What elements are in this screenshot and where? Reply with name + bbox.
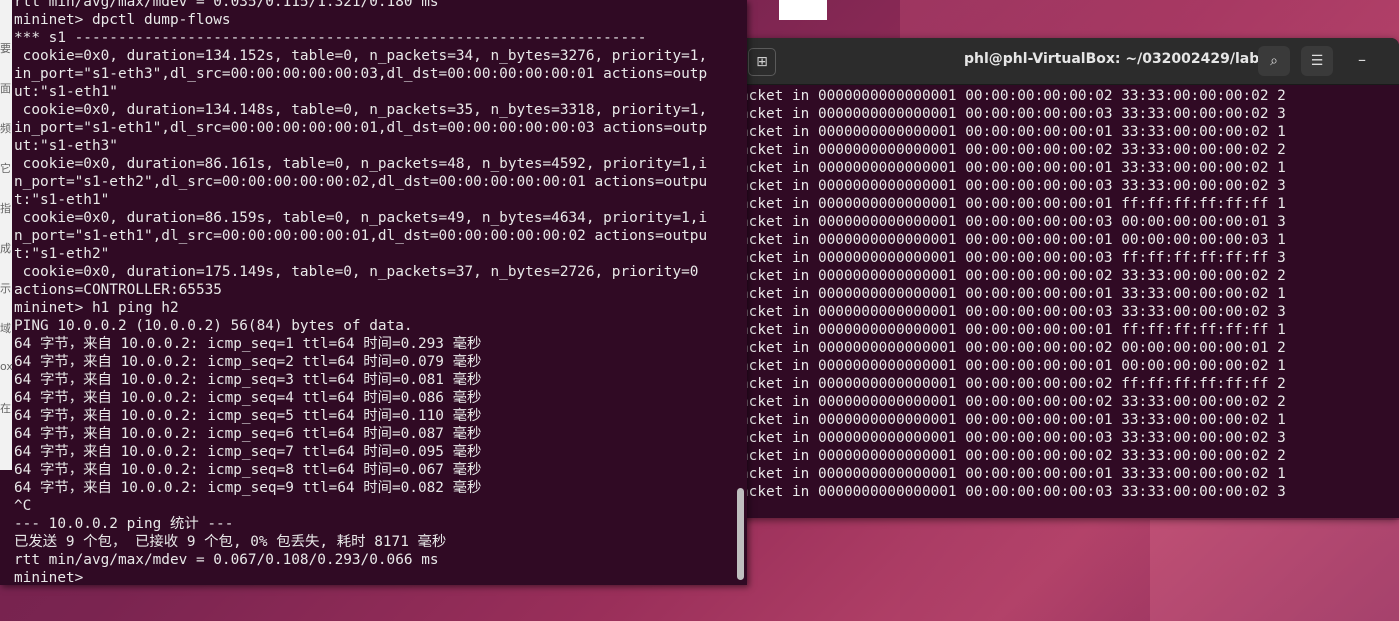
terminal-line: acket in 0000000000000001 00:00:00:00:00…: [740, 196, 1286, 212]
terminal-line: cookie=0x0, duration=134.148s, table=0, …: [14, 102, 708, 118]
terminal-line: acket in 0000000000000001 00:00:00:00:00…: [740, 106, 1286, 122]
terminal-line: in_port="s1-eth3",dl_src=00:00:00:00:00:…: [14, 66, 708, 82]
background-window-text: 成: [0, 242, 11, 255]
terminal-line: n_port="s1-eth2",dl_src=00:00:00:00:00:0…: [14, 174, 708, 190]
terminal-line: acket in 0000000000000001 00:00:00:00:00…: [740, 268, 1286, 284]
terminal-line: acket in 0000000000000001 00:00:00:00:00…: [740, 322, 1286, 338]
terminal-line: PING 10.0.0.2 (10.0.0.2) 56(84) bytes of…: [14, 318, 413, 334]
terminal-line: mininet>: [14, 570, 92, 585]
terminal-output[interactable]: rtt min/avg/max/mdev = 0.035/0.115/1.321…: [14, 0, 739, 585]
terminal-line: 64 字节，来自 10.0.0.2: icmp_seq=8 ttl=64 时间=…: [14, 462, 482, 478]
background-window-fragment: [779, 0, 827, 20]
terminal-line: actions=CONTROLLER:65535: [14, 282, 222, 298]
terminal-line: acket in 0000000000000001 00:00:00:00:00…: [740, 142, 1286, 158]
terminal-line: 64 字节，来自 10.0.0.2: icmp_seq=5 ttl=64 时间=…: [14, 408, 482, 424]
terminal-line: acket in 0000000000000001 00:00:00:00:00…: [740, 124, 1286, 140]
terminal-line: mininet> dpctl dump-flows: [14, 12, 231, 28]
terminal-line: *** s1 ---------------------------------…: [14, 30, 647, 46]
terminal-line: cookie=0x0, duration=86.161s, table=0, n…: [14, 156, 708, 172]
new-tab-icon: ⊞: [756, 54, 768, 70]
menu-button[interactable]: ☰: [1301, 46, 1333, 76]
terminal-line: ^C: [14, 498, 32, 514]
background-window-text: 面: [0, 82, 11, 95]
background-window-text: 域: [0, 322, 11, 335]
terminal-line: mininet> h1 ping h2: [14, 300, 179, 316]
terminal-line: 64 字节，来自 10.0.0.2: icmp_seq=2 ttl=64 时间=…: [14, 354, 482, 370]
background-window-text: 它: [0, 162, 11, 175]
terminal-line: acket in 0000000000000001 00:00:00:00:00…: [740, 340, 1286, 356]
terminal-line: acket in 0000000000000001 00:00:00:00:00…: [740, 250, 1286, 266]
background-window-text: 示: [0, 282, 11, 295]
scrollbar[interactable]: [737, 488, 744, 580]
terminal-line: rtt min/avg/max/mdev = 0.067/0.108/0.293…: [14, 552, 439, 568]
terminal-line: acket in 0000000000000001 00:00:00:00:00…: [740, 484, 1286, 500]
terminal-line: acket in 0000000000000001 00:00:00:00:00…: [740, 376, 1286, 392]
background-window-text: 在: [0, 402, 11, 415]
terminal-titlebar[interactable]: ⊞ phl@phl-VirtualBox: ~/032002429/lab6 ⌕…: [738, 38, 1399, 85]
desktop-wallpaper-shape: [1150, 520, 1399, 621]
terminal-line: 64 字节，来自 10.0.0.2: icmp_seq=6 ttl=64 时间=…: [14, 426, 482, 442]
terminal-line: ut:"s1-eth1": [14, 84, 118, 100]
terminal-line: n_port="s1-eth1",dl_src=00:00:00:00:00:0…: [14, 228, 708, 244]
mininet-terminal-window: rtt min/avg/max/mdev = 0.035/0.115/1.321…: [0, 0, 747, 585]
minimize-button[interactable]: –: [1358, 50, 1366, 69]
background-window-text: ox: [0, 360, 13, 373]
terminal-line: 64 字节，来自 10.0.0.2: icmp_seq=9 ttl=64 时间=…: [14, 480, 482, 496]
hamburger-menu-icon: ☰: [1310, 53, 1324, 69]
background-window-text: 要: [0, 42, 11, 55]
server-terminal-window: ⊞ phl@phl-VirtualBox: ~/032002429/lab6 ⌕…: [738, 38, 1399, 518]
search-icon: ⌕: [1270, 53, 1278, 69]
terminal-line: cookie=0x0, duration=175.149s, table=0, …: [14, 264, 699, 280]
terminal-line: 64 字节，来自 10.0.0.2: icmp_seq=7 ttl=64 时间=…: [14, 444, 482, 460]
terminal-line: acket in 0000000000000001 00:00:00:00:00…: [740, 160, 1286, 176]
terminal-line: 64 字节，来自 10.0.0.2: icmp_seq=1 ttl=64 时间=…: [14, 336, 482, 352]
terminal-line: acket in 0000000000000001 00:00:00:00:00…: [740, 358, 1286, 374]
terminal-line: acket in 0000000000000001 00:00:00:00:00…: [740, 412, 1286, 428]
window-title: phl@phl-VirtualBox: ~/032002429/lab6: [964, 51, 1269, 67]
terminal-line: acket in 0000000000000001 00:00:00:00:00…: [740, 430, 1286, 446]
terminal-line: cookie=0x0, duration=134.152s, table=0, …: [14, 48, 708, 64]
terminal-line: --- 10.0.0.2 ping 统计 ---: [14, 516, 234, 532]
terminal-line: 64 字节，来自 10.0.0.2: icmp_seq=3 ttl=64 时间=…: [14, 372, 482, 388]
terminal-line: acket in 0000000000000001 00:00:00:00:00…: [740, 214, 1286, 230]
terminal-line: 已发送 9 个包， 已接收 9 个包, 0% 包丢失, 耗时 8171 毫秒: [14, 534, 447, 550]
terminal-line: cookie=0x0, duration=86.159s, table=0, n…: [14, 210, 708, 226]
terminal-line: acket in 0000000000000001 00:00:00:00:00…: [740, 304, 1286, 320]
minimize-icon: –: [1358, 50, 1366, 69]
terminal-line: ut:"s1-eth3": [14, 138, 118, 154]
terminal-line: acket in 0000000000000001 00:00:00:00:00…: [740, 232, 1286, 248]
new-tab-button[interactable]: ⊞: [748, 48, 776, 76]
terminal-line: acket in 0000000000000001 00:00:00:00:00…: [740, 448, 1286, 464]
terminal-line: acket in 0000000000000001 00:00:00:00:00…: [740, 178, 1286, 194]
background-window-edge: 要面频它指成示域 ox 在: [0, 0, 13, 470]
terminal-output[interactable]: acket in 0000000000000001 00:00:00:00:00…: [740, 87, 1399, 518]
terminal-line: acket in 0000000000000001 00:00:00:00:00…: [740, 88, 1286, 104]
terminal-line: t:"s1-eth1": [14, 192, 110, 208]
terminal-line: t:"s1-eth2": [14, 246, 110, 262]
search-button[interactable]: ⌕: [1258, 46, 1290, 76]
terminal-line: acket in 0000000000000001 00:00:00:00:00…: [740, 394, 1286, 410]
background-window-text: 指: [0, 202, 11, 215]
terminal-line: rtt min/avg/max/mdev = 0.035/0.115/1.321…: [14, 0, 439, 10]
background-window-text: 频: [0, 122, 11, 135]
terminal-line: in_port="s1-eth1",dl_src=00:00:00:00:00:…: [14, 120, 708, 136]
terminal-line: acket in 0000000000000001 00:00:00:00:00…: [740, 466, 1286, 482]
terminal-line: 64 字节，来自 10.0.0.2: icmp_seq=4 ttl=64 时间=…: [14, 390, 482, 406]
terminal-line: acket in 0000000000000001 00:00:00:00:00…: [740, 286, 1286, 302]
